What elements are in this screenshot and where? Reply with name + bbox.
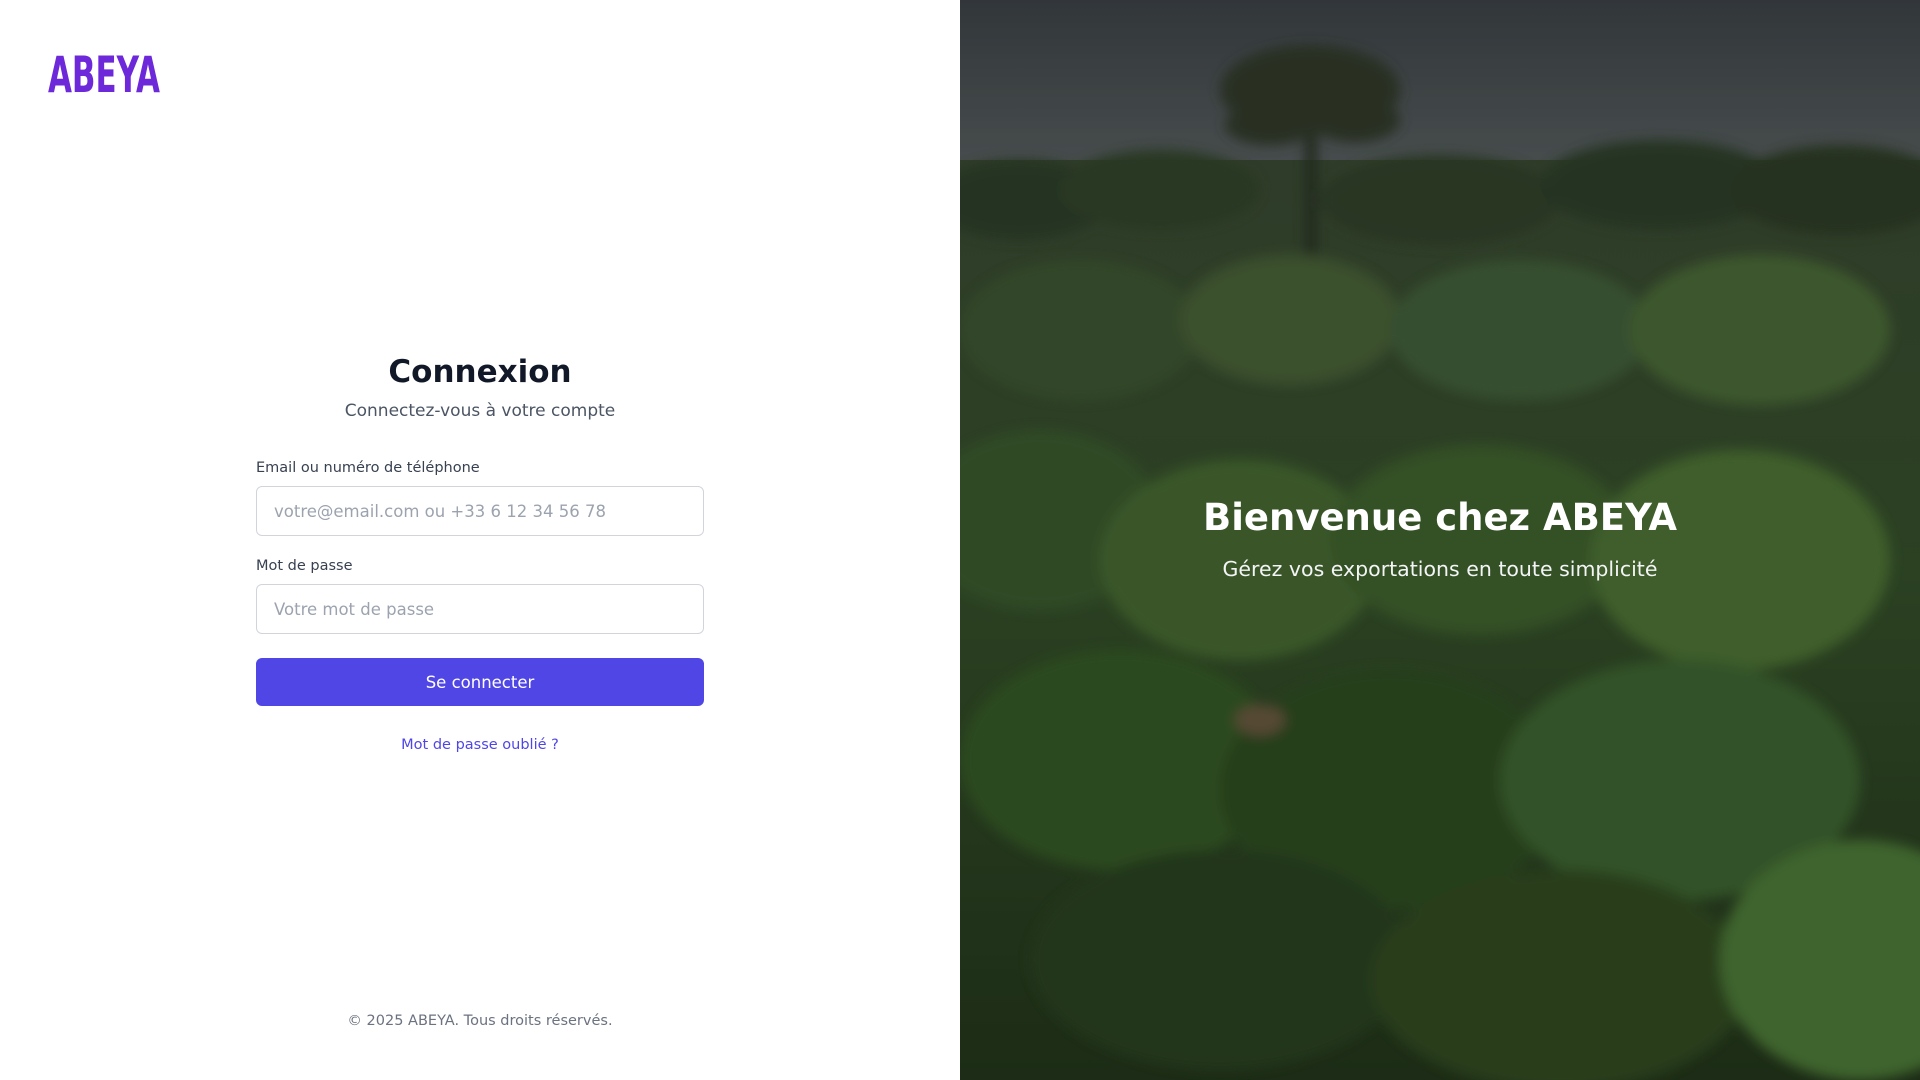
copyright-footer: © 2025 ABEYA. Tous droits réservés. [347,1013,613,1029]
forgot-password-link[interactable]: Mot de passe oublié ? [256,735,704,755]
logo-wordmark: ABEYA [48,48,160,96]
email-field-group: Email ou numéro de téléphone [256,458,704,536]
page-title: Connexion [388,354,572,390]
abeya-logo: ABEYA [48,48,160,96]
page-subtitle: Connectez-vous à votre compte [344,401,616,421]
hero-subtitle: Gérez vos exportations en toute simplici… [1222,557,1658,581]
login-panel: ABEYA Connexion Connectez-vous à votre c… [0,0,960,1080]
password-label: Mot de passe [256,558,353,574]
email-input[interactable] [256,486,704,536]
password-input[interactable] [256,584,704,634]
login-button[interactable]: Se connecter [256,658,704,706]
hero-panel: Bienvenue chez ABEYA Gérez vos exportati… [960,0,1920,1080]
email-label: Email ou numéro de téléphone [256,460,480,476]
login-form: Connexion Connectez-vous à votre compte … [256,350,704,755]
password-field-group: Mot de passe [256,556,704,634]
hero-text: Bienvenue chez ABEYA Gérez vos exportati… [960,492,1920,584]
login-page: ABEYA Connexion Connectez-vous à votre c… [0,0,1920,1080]
hero-title: Bienvenue chez ABEYA [1203,496,1677,539]
